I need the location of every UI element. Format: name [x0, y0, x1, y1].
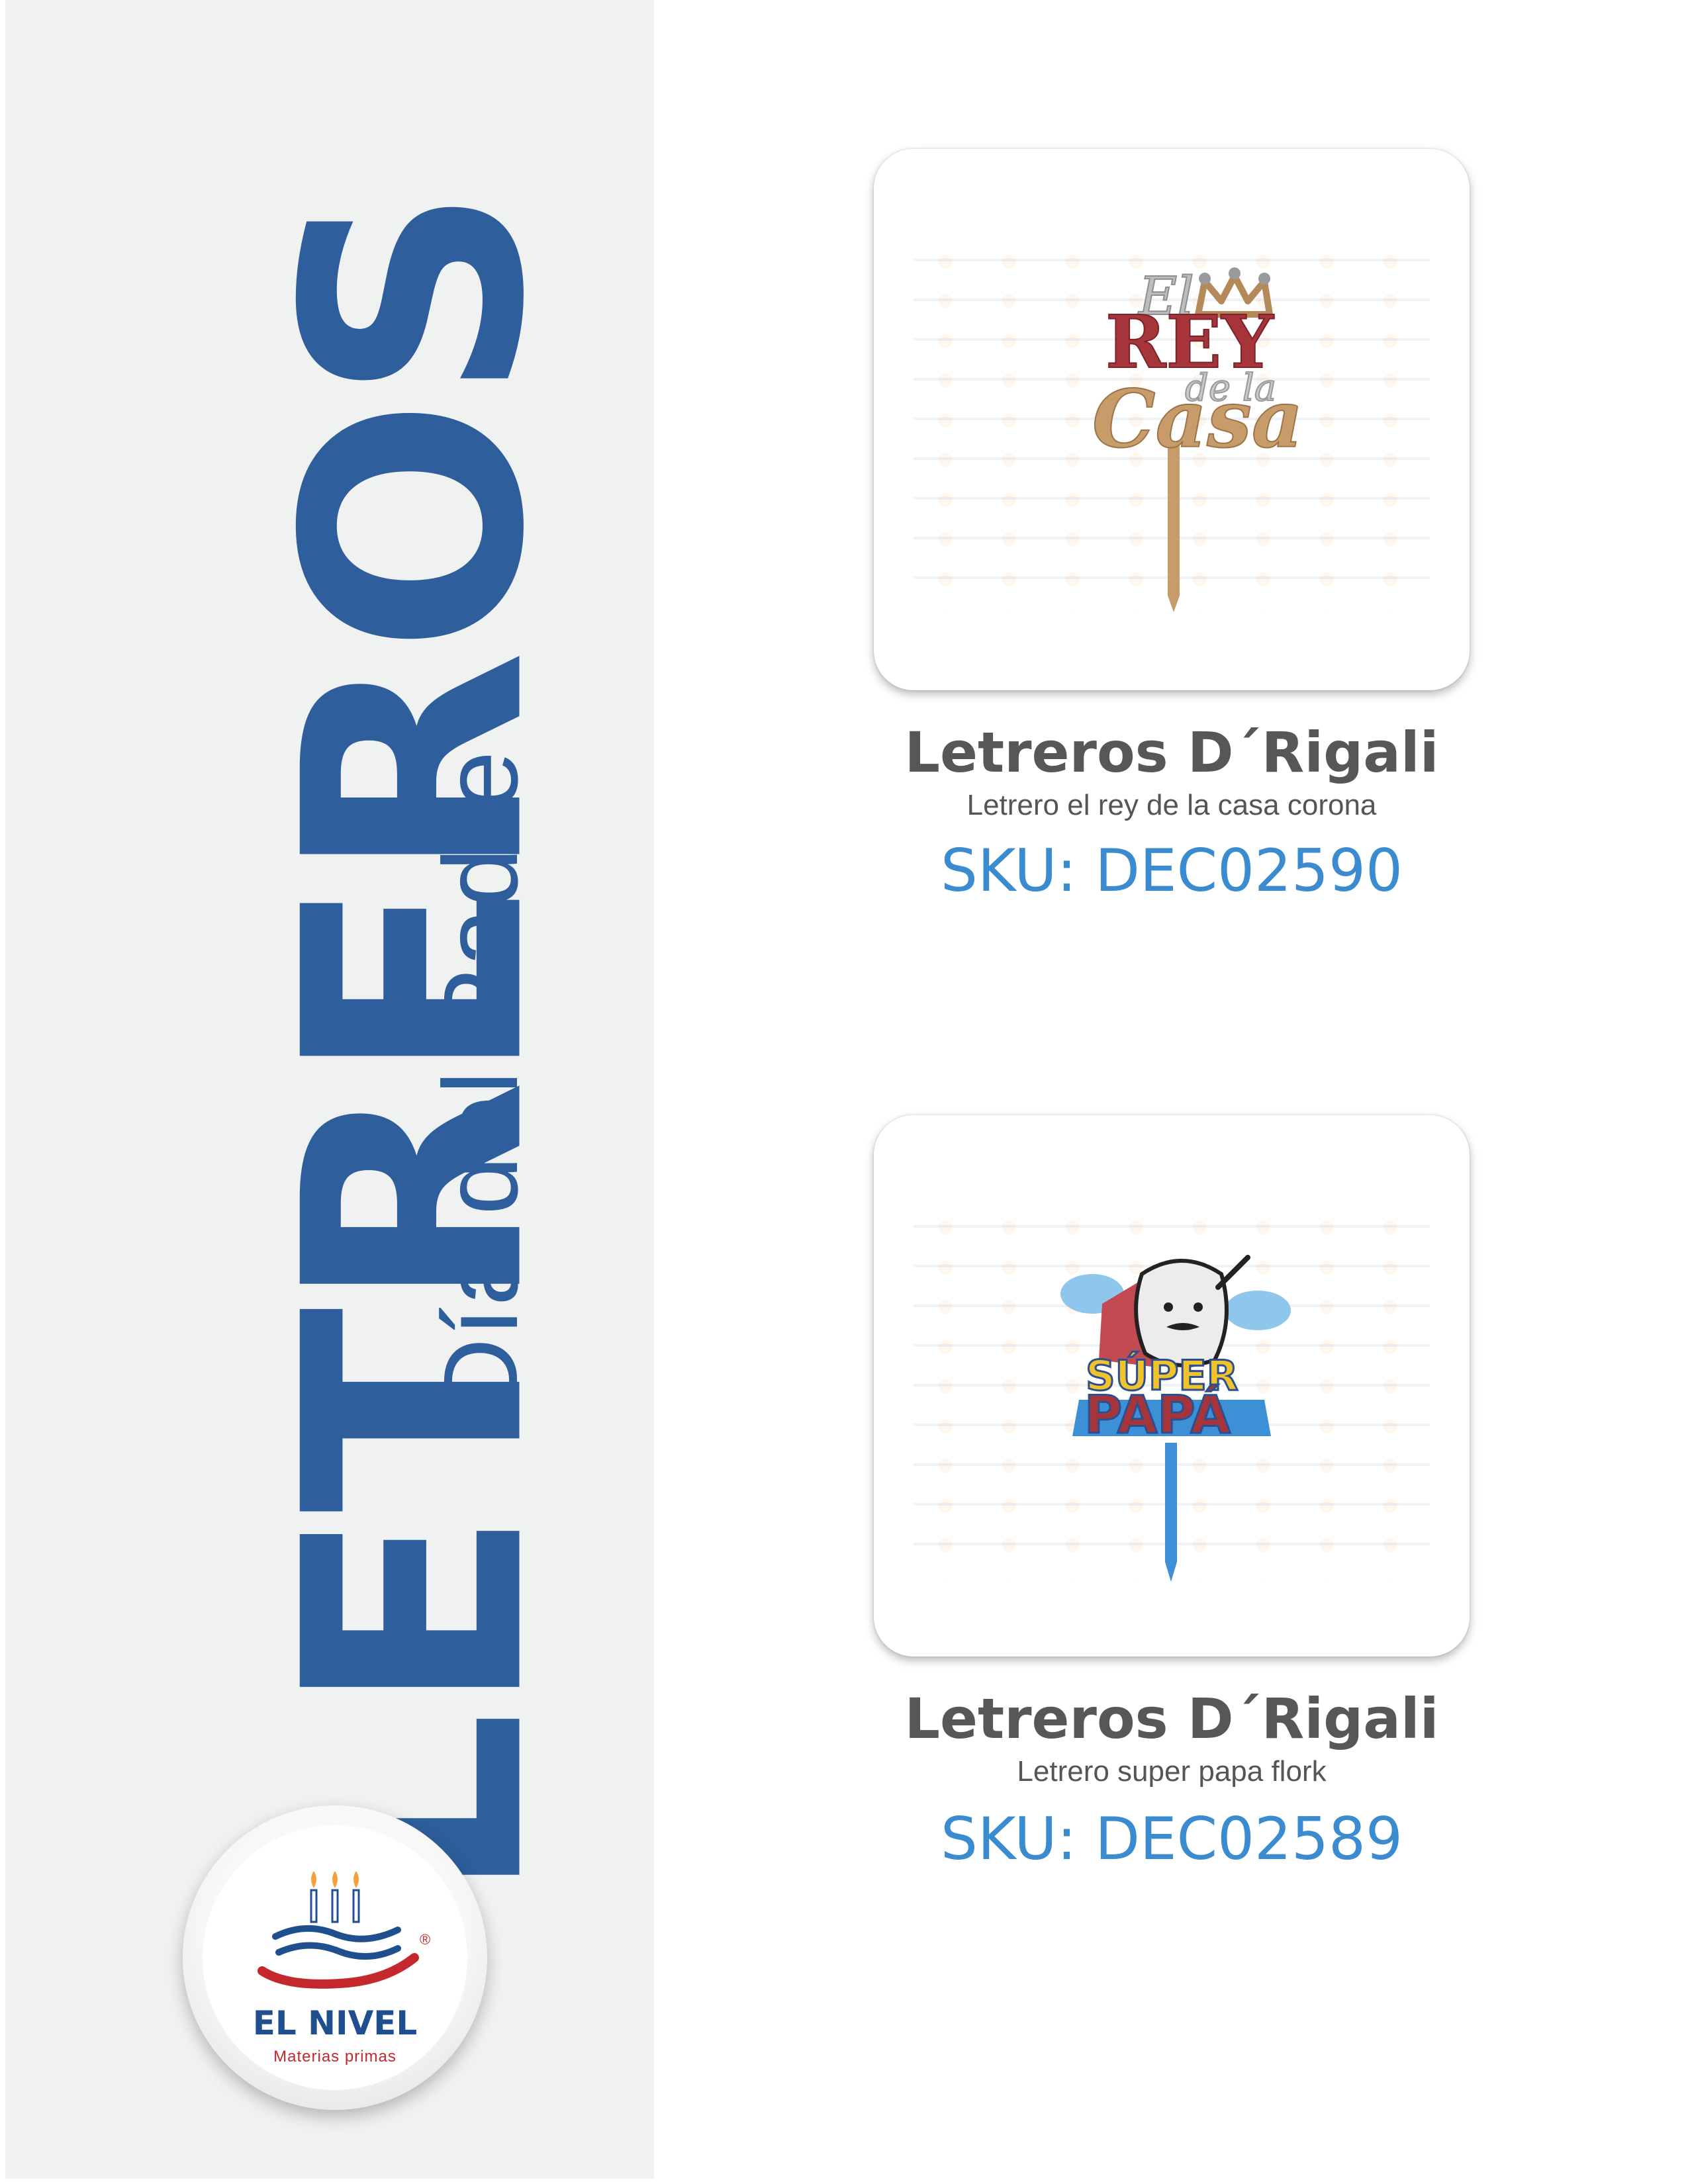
- product-card-2[interactable]: SÚPER PAPÁ: [874, 1115, 1470, 1657]
- logo-badge: ® EL NIVEL Materias primas: [203, 1825, 467, 2090]
- registered-mark: ®: [420, 1931, 431, 1948]
- rey-de-la-casa-topper-image: El REY de la Casa: [1092, 265, 1304, 612]
- catalog-subtitle: Día del Padre: [421, 749, 539, 1415]
- svg-text:Casa: Casa: [1092, 373, 1303, 466]
- product-card-1[interactable]: El REY de la Casa: [874, 149, 1470, 690]
- logo-tagline: Materias primas: [273, 2048, 397, 2066]
- svg-text:PAPÁ: PAPÁ: [1084, 1385, 1231, 1445]
- product-brand-1: Letreros D´Rigali: [904, 720, 1439, 785]
- brand-logo: ® EL NIVEL Materias primas: [183, 1805, 487, 2110]
- sidebar-panel: LETREROS Día del Padre ® EL NIVEL Materi…: [5, 0, 654, 2179]
- product-brand-2: Letreros D´Rigali: [904, 1686, 1439, 1751]
- cake-candles-icon: [258, 1871, 419, 1989]
- product-sku-2: SKU: DEC02589: [941, 1805, 1403, 1873]
- product-sku-1: SKU: DEC02590: [941, 837, 1403, 905]
- logo-name: EL NIVEL: [252, 2004, 418, 2042]
- super-papa-topper-image: SÚPER PAPÁ: [1060, 1255, 1291, 1582]
- product-description-2: Letrero super papa flork: [1017, 1755, 1327, 1788]
- product-description-1: Letrero el rey de la casa corona: [966, 789, 1377, 821]
